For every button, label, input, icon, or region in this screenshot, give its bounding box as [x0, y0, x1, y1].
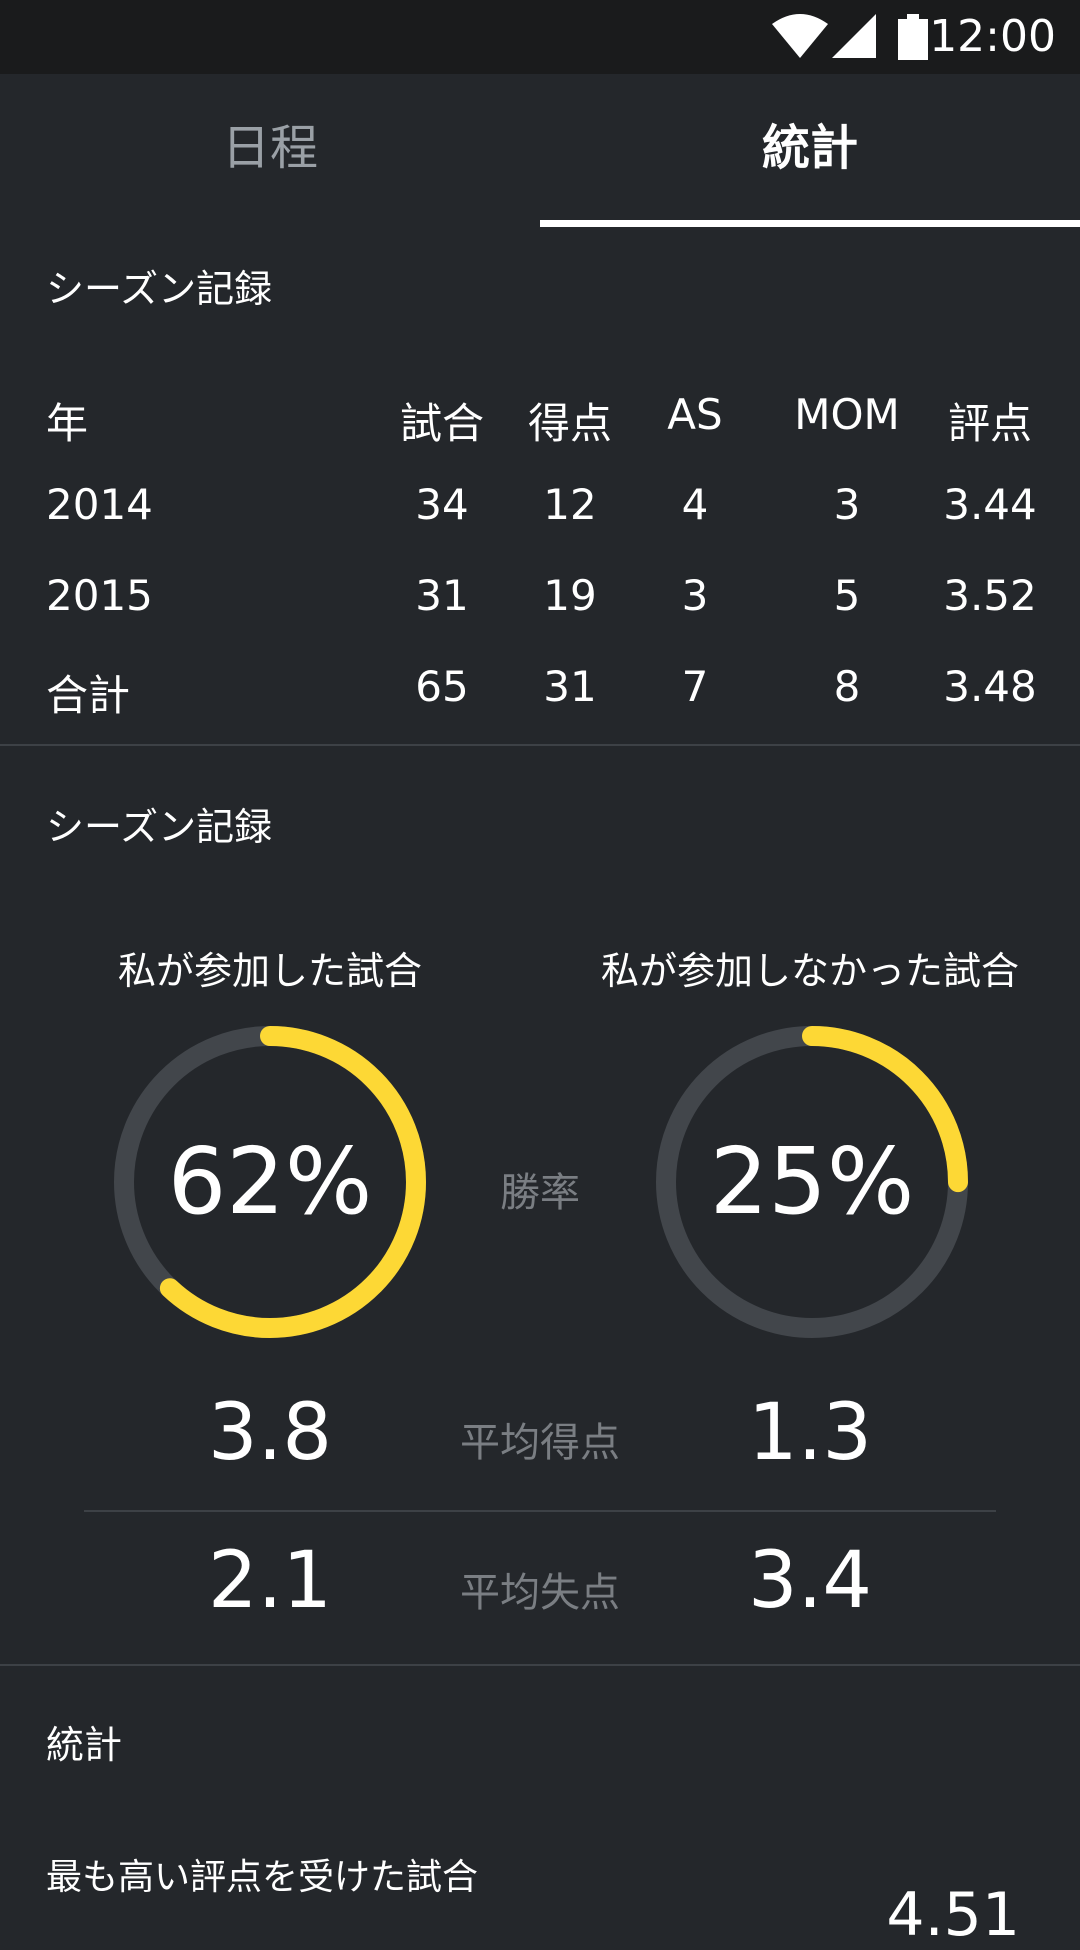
season-record-title: シーズン記録	[46, 267, 273, 311]
header-matches: 試合	[399, 399, 484, 448]
not-played-win-rate-value: 25%	[709, 1128, 915, 1235]
not-played-win-rate-ring: 25%	[652, 1022, 972, 1342]
cell-mom: 3	[833, 480, 861, 529]
signal-icon	[832, 14, 876, 58]
cell-matches: 31	[415, 571, 469, 620]
cell-mom: 5	[833, 571, 861, 620]
stats-title: 統計	[46, 1723, 123, 1767]
cell-goals: 31	[543, 662, 597, 711]
cell-rating: 3.48	[943, 662, 1037, 711]
tab-indicator	[540, 220, 1080, 227]
cell-rating: 3.44	[943, 480, 1037, 529]
cell-year: 2014	[46, 480, 153, 529]
cell-assists: 7	[681, 662, 709, 711]
tab-schedule[interactable]: 日程	[0, 74, 540, 226]
not-played-matches-label: 私が参加しなかった試合	[600, 949, 1019, 993]
not-played-avg-scored: 1.3	[747, 1388, 873, 1478]
cell-year: 2015	[46, 571, 153, 620]
cell-matches: 65	[415, 662, 469, 711]
cell-year: 合計	[46, 671, 131, 720]
cell-matches: 34	[415, 480, 469, 529]
header-mom: MOM	[794, 390, 900, 439]
played-matches-label: 私が参加した試合	[117, 949, 422, 993]
cell-goals: 12	[543, 480, 597, 529]
header-rating: 評点	[947, 399, 1032, 448]
header-year: 年	[46, 399, 89, 448]
section-divider	[0, 744, 1080, 746]
status-bar: 12:00	[0, 0, 1080, 74]
section-divider	[0, 1664, 1080, 1666]
table-row: 2014 34 12 4 3 3.44	[0, 480, 1080, 560]
cell-rating: 3.52	[943, 571, 1037, 620]
not-played-avg-conceded: 3.4	[747, 1536, 873, 1626]
tab-bar: 日程 統計	[0, 74, 1080, 226]
stats-divider	[84, 1510, 996, 1512]
cell-assists: 4	[681, 480, 709, 529]
status-time: 12:00	[929, 11, 1056, 62]
cell-assists: 3	[681, 571, 709, 620]
header-assists: AS	[667, 390, 723, 439]
highest-rated-match-value: 4.51	[886, 1880, 1020, 1950]
table-total-row: 合計 65 31 7 8 3.48	[0, 662, 1080, 742]
table-row: 2015 31 19 3 5 3.52	[0, 571, 1080, 651]
battery-icon	[898, 14, 928, 60]
highest-rated-match-label: 最も高い評点を受けた試合	[46, 1857, 479, 1898]
tab-stats[interactable]: 統計	[540, 74, 1080, 226]
cell-mom: 8	[833, 662, 861, 711]
season-compare-title: シーズン記録	[46, 805, 273, 849]
cell-goals: 19	[543, 571, 597, 620]
table-header-row: 年 試合 得点 AS MOM 評点	[0, 390, 1080, 470]
wifi-icon	[772, 14, 828, 58]
header-goals: 得点	[527, 399, 612, 448]
